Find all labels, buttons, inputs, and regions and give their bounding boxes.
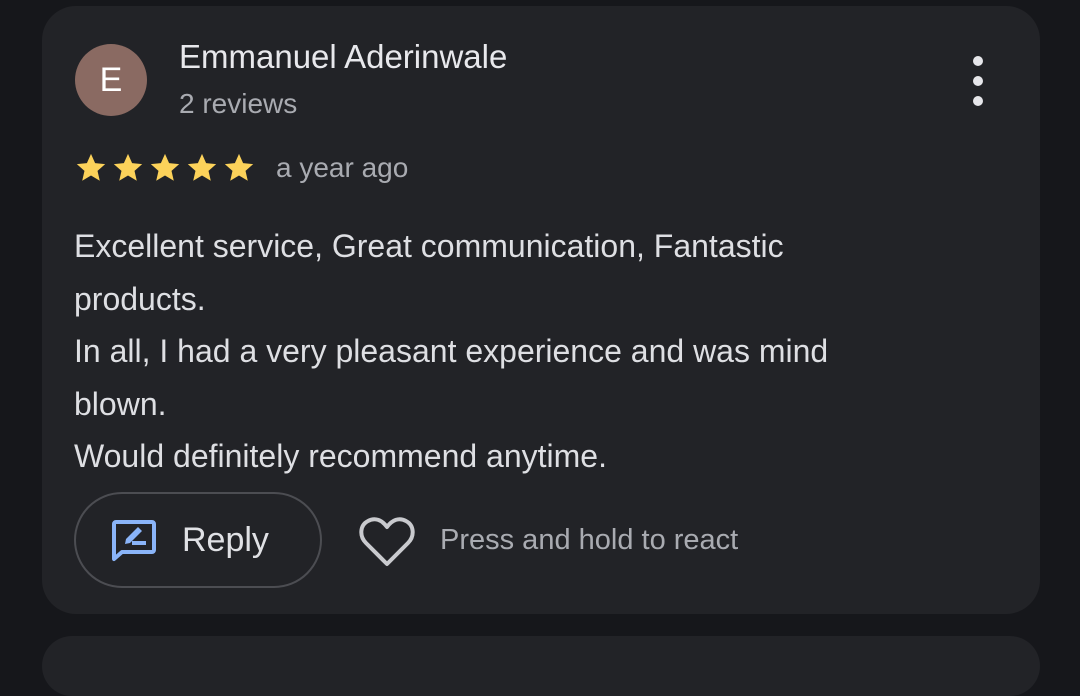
avatar[interactable]: E (75, 44, 147, 116)
menu-dot (973, 76, 983, 86)
more-options-icon[interactable] (960, 56, 996, 106)
rate-review-icon (110, 518, 158, 562)
next-review-card (42, 636, 1040, 696)
star-rating (74, 151, 259, 185)
review-line: In all, I had a very pleasant experience… (74, 333, 829, 422)
reply-label: Reply (182, 520, 269, 559)
reply-button[interactable]: Reply (74, 492, 322, 588)
author-review-count: 2 reviews (179, 88, 298, 119)
menu-dot (973, 96, 983, 106)
review-line: Would definitely recommend anytime. (74, 438, 607, 474)
menu-dot (973, 56, 983, 66)
review-line: Excellent service, Great communication, … (74, 228, 784, 317)
react-hint: Press and hold to react (440, 524, 739, 556)
review-card: E Emmanuel Aderinwale 2 reviews a year a… (42, 6, 1040, 614)
star-icon (76, 153, 106, 181)
review-text: Excellent service, Great communication, … (74, 220, 974, 483)
star-icon (150, 153, 180, 181)
rating-row: a year ago (74, 150, 408, 186)
heart-outline-icon[interactable] (358, 516, 416, 568)
star-icon (113, 153, 143, 181)
review-time: a year ago (276, 152, 409, 183)
author-name[interactable]: Emmanuel Aderinwale (179, 38, 507, 76)
star-icon (224, 153, 254, 181)
star-icon (187, 153, 217, 181)
